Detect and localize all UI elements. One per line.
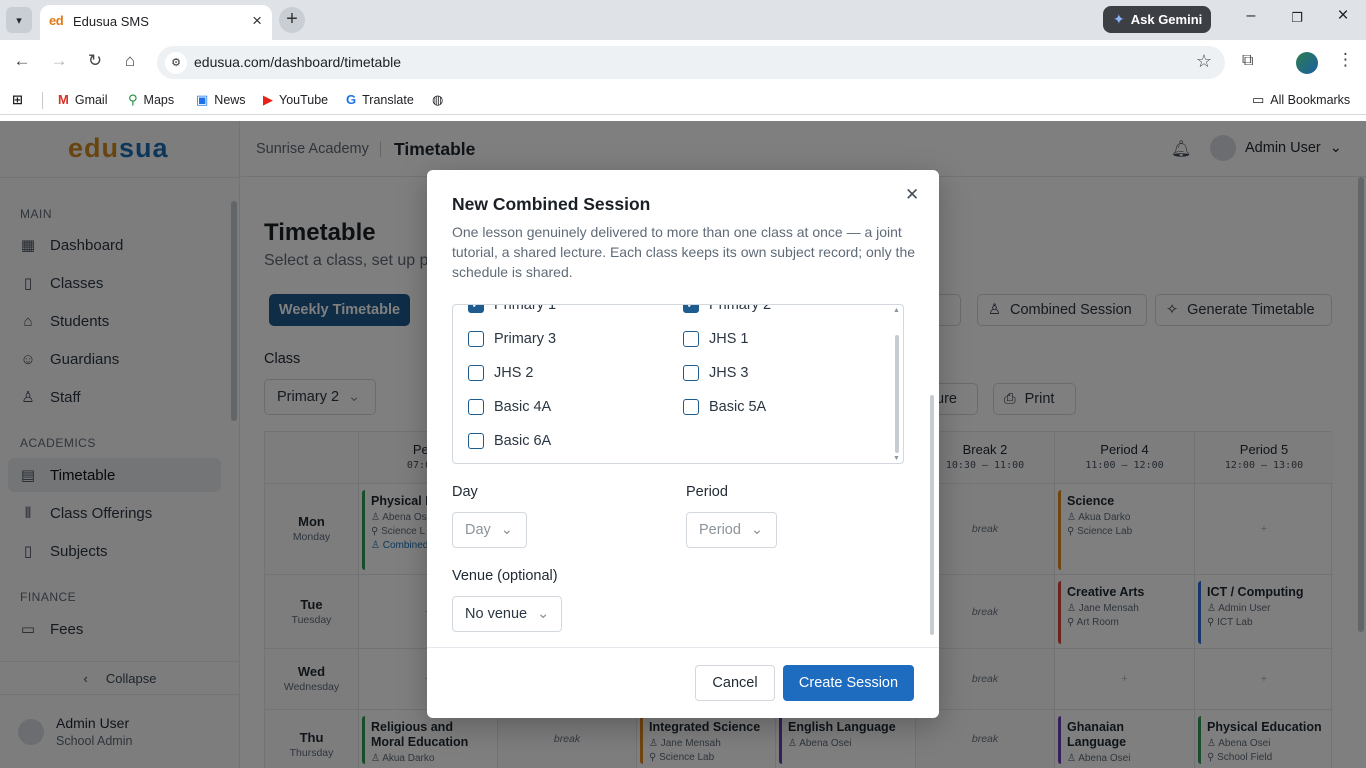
class-checkbox-list[interactable]: ✓ Primary 1 ✓ Primary 2 Primary 3 JHS 1 JH… (452, 304, 904, 464)
bookmarks-bar: ⊞ M Gmail ⚲ Maps ▣ News ▶ YouTube G Translate… (0, 85, 1366, 115)
period-label: Period (686, 484, 728, 500)
youtube-icon: ▶ (263, 92, 273, 107)
home-icon[interactable]: ⌂ (118, 51, 142, 71)
checkbox-primary-1[interactable]: ✓ Primary 1 (468, 305, 556, 313)
tab-search-icon[interactable]: ▾ (6, 7, 32, 33)
reload-icon[interactable]: ↻ (83, 51, 107, 71)
bookmark-star-icon[interactable]: ☆ (1196, 51, 1212, 72)
tab-close-icon[interactable]: × (252, 11, 262, 31)
checkbox-jhs-3[interactable]: JHS 3 (683, 365, 749, 381)
dialog-description: One lesson genuinely delivered to more t… (452, 224, 916, 280)
browser-menu-icon[interactable]: ⋮ (1337, 50, 1354, 70)
gmail-icon: M (58, 92, 69, 107)
browser-tab-bar: ▾ ed Edusua SMS × + ✦ Ask Gemini – ❐ × (0, 0, 1366, 40)
dialog-scrollbar[interactable] (930, 395, 934, 635)
close-icon[interactable]: ✕ (905, 185, 919, 205)
apps-grid-icon[interactable]: ⊞ (12, 92, 23, 108)
cancel-button[interactable]: Cancel (695, 665, 775, 701)
bookmark-globe[interactable]: ◍ (432, 92, 443, 108)
checkbox-jhs-1[interactable]: JHS 1 (683, 331, 749, 347)
checkbox-basic-5a[interactable]: Basic 5A (683, 399, 766, 415)
url-text[interactable]: edusua.com/dashboard/timetable (194, 54, 401, 70)
check-icon: ✓ (468, 305, 484, 313)
back-icon[interactable]: ← (10, 51, 34, 71)
checkbox-basic-6a[interactable]: Basic 6A (468, 433, 551, 449)
combined-session-dialog: New Combined Session ✕ One lesson genuin… (427, 170, 939, 718)
bookmark-translate[interactable]: G Translate (346, 92, 414, 107)
translate-icon: G (346, 92, 357, 107)
dialog-footer: Cancel Create Session (427, 647, 939, 718)
scroll-up-icon[interactable]: ▲ (893, 307, 900, 314)
tab-title: Edusua SMS (73, 14, 149, 29)
news-icon: ▣ (196, 92, 209, 107)
omnibox[interactable]: ⚙ edusua.com/dashboard/timetable ☆ (157, 46, 1225, 79)
day-select[interactable]: Day ⌄ (452, 512, 527, 548)
checkbox-basic-4a[interactable]: Basic 4A (468, 399, 551, 415)
minimize-icon[interactable]: – (1236, 7, 1266, 25)
forward-icon[interactable]: → (47, 51, 71, 71)
window-close-icon[interactable]: × (1328, 5, 1358, 27)
folder-icon: ▭ (1252, 92, 1265, 107)
day-label: Day (452, 484, 478, 500)
venue-label: Venue (optional) (452, 568, 558, 584)
ask-gemini-button[interactable]: ✦ Ask Gemini (1103, 6, 1211, 33)
create-session-button[interactable]: Create Session (783, 665, 914, 701)
all-bookmarks[interactable]: ▭ All Bookmarks (1252, 92, 1350, 108)
browser-tab[interactable]: ed Edusua SMS × (40, 5, 272, 40)
new-tab-icon[interactable]: + (279, 7, 305, 33)
period-select[interactable]: Period ⌄ (686, 512, 777, 548)
address-bar: ← → ↻ ⌂ ⚙ edusua.com/dashboard/timetable… (0, 40, 1366, 85)
venue-select[interactable]: No venue ⌄ (452, 596, 562, 632)
scroll-down-icon[interactable]: ▼ (893, 455, 900, 462)
bookmark-news[interactable]: ▣ News (196, 92, 246, 108)
bookmarks-divider (42, 92, 43, 109)
maps-icon: ⚲ (128, 92, 138, 107)
extensions-icon[interactable]: ⧉ (1242, 52, 1253, 70)
maximize-icon[interactable]: ❐ (1282, 10, 1312, 26)
checkbox-primary-3[interactable]: Primary 3 (468, 331, 556, 347)
checkbox-primary-2[interactable]: ✓ Primary 2 (683, 305, 771, 313)
bookmark-maps[interactable]: ⚲ Maps (128, 92, 174, 108)
favicon: ed (49, 13, 64, 28)
checkbox-jhs-2[interactable]: JHS 2 (468, 365, 534, 381)
globe-icon: ◍ (432, 92, 444, 107)
chevron-down-icon: ⌄ (500, 522, 513, 538)
profile-avatar[interactable] (1296, 52, 1318, 74)
site-settings-icon[interactable]: ⚙ (165, 52, 187, 74)
gemini-label: Ask Gemini (1130, 12, 1203, 27)
check-icon: ✓ (683, 305, 699, 313)
bookmark-youtube[interactable]: ▶ YouTube (263, 92, 328, 108)
chevron-down-icon: ⌄ (750, 522, 764, 538)
list-scrollbar[interactable] (895, 335, 899, 453)
dialog-title: New Combined Session (452, 194, 651, 214)
bookmark-gmail[interactable]: M Gmail (58, 92, 108, 107)
gemini-icon: ✦ (1113, 11, 1125, 27)
chevron-down-icon: ⌄ (537, 606, 550, 622)
